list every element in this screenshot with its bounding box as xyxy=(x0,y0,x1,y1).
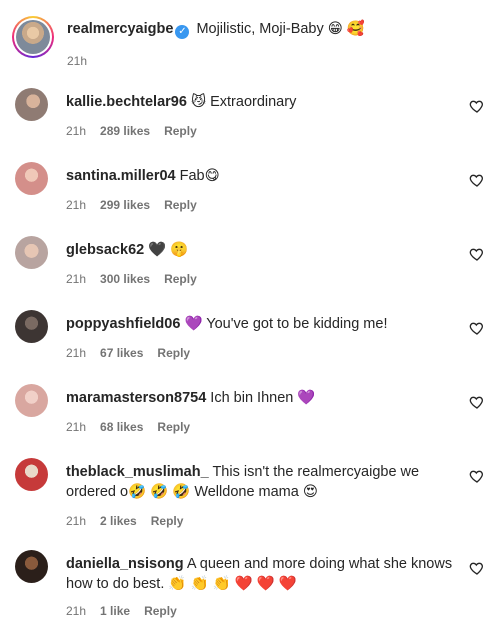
heart-outline-icon[interactable] xyxy=(469,468,485,484)
caption-timestamp: 21h xyxy=(67,54,88,68)
avatar[interactable] xyxy=(15,88,48,121)
comment-time: 21h xyxy=(66,198,87,212)
comment-text: Fab😋 xyxy=(179,168,220,184)
comment-body: glebsack62 🖤 🤫 xyxy=(66,240,461,260)
comment-body: theblack_muslimah_ This isn't the realme… xyxy=(66,462,461,502)
author-username[interactable]: realmercyaigbe xyxy=(67,21,173,37)
comment-likes[interactable]: 1 like xyxy=(100,604,130,618)
comment-time: 21h xyxy=(66,272,87,286)
post-caption: realmercyaigbe ✓ Mojilistic, Moji-Baby 😁 … xyxy=(12,12,486,72)
comment-body: maramasterson8754 Ich bin Ihnen 💜 xyxy=(66,388,461,408)
comment-time: 21h xyxy=(66,124,87,138)
author-avatar[interactable] xyxy=(12,16,54,58)
comment-item: theblack_muslimah_ This isn't the realme… xyxy=(15,458,485,530)
comment-username[interactable]: santina.miller04 xyxy=(66,168,176,184)
reply-button[interactable]: Reply xyxy=(157,346,190,360)
heart-outline-icon[interactable] xyxy=(469,320,485,336)
comment-item: maramasterson8754 Ich bin Ihnen 💜 21h 68 … xyxy=(15,384,485,436)
comment-time: 21h xyxy=(66,420,87,434)
comment-likes[interactable]: 2 likes xyxy=(100,514,137,528)
avatar[interactable] xyxy=(15,384,48,417)
comment-item: santina.miller04 Fab😋 21h 299 likes Reply xyxy=(15,162,485,214)
heart-outline-icon[interactable] xyxy=(469,98,485,114)
reply-button[interactable]: Reply xyxy=(144,604,177,618)
avatar[interactable] xyxy=(15,162,48,195)
comment-username[interactable]: glebsack62 xyxy=(66,242,144,258)
comment-time: 21h xyxy=(66,514,87,528)
caption-text: Mojilistic, Moji-Baby 😁 🥰 xyxy=(196,21,365,37)
avatar[interactable] xyxy=(15,310,48,343)
comment-username[interactable]: daniella_nsisong xyxy=(66,556,184,572)
avatar[interactable] xyxy=(15,236,48,269)
comment-meta: 21h 1 like Reply xyxy=(66,604,191,618)
reply-button[interactable]: Reply xyxy=(151,514,184,528)
comment-body: daniella_nsisong A queen and more doing … xyxy=(66,554,461,594)
caption-text-line: realmercyaigbe ✓ Mojilistic, Moji-Baby 😁 … xyxy=(67,20,365,39)
comment-likes[interactable]: 300 likes xyxy=(100,272,150,286)
heart-outline-icon[interactable] xyxy=(469,394,485,410)
comment-meta: 21h 68 likes Reply xyxy=(66,420,204,434)
avatar[interactable] xyxy=(15,458,48,491)
heart-outline-icon[interactable] xyxy=(469,246,485,262)
verified-badge-icon: ✓ xyxy=(175,25,190,39)
reply-button[interactable]: Reply xyxy=(164,198,197,212)
comment-body: santina.miller04 Fab😋 xyxy=(66,166,461,186)
comment-item: poppyashfield06 💜 You've got to be kiddi… xyxy=(15,310,485,362)
comment-username[interactable]: theblack_muslimah_ xyxy=(66,464,209,480)
comment-text: 🖤 🤫 xyxy=(148,242,189,258)
heart-outline-icon[interactable] xyxy=(469,172,485,188)
reply-button[interactable]: Reply xyxy=(164,124,197,138)
comment-item: kallie.bechtelar96 😼 Extraordinary 21h 28… xyxy=(15,88,485,140)
comment-body: kallie.bechtelar96 😼 Extraordinary xyxy=(66,92,461,112)
comment-text: 😼 Extraordinary xyxy=(190,94,297,110)
comment-meta: 21h 299 likes Reply xyxy=(66,198,211,212)
comment-item: daniella_nsisong A queen and more doing … xyxy=(15,550,485,618)
comment-likes[interactable]: 67 likes xyxy=(100,346,143,360)
comment-meta: 21h 289 likes Reply xyxy=(66,124,211,138)
heart-outline-icon[interactable] xyxy=(469,560,485,576)
comment-meta: 21h 300 likes Reply xyxy=(66,272,211,286)
comment-username[interactable]: poppyashfield06 xyxy=(66,316,180,332)
reply-button[interactable]: Reply xyxy=(164,272,197,286)
comment-meta: 21h 2 likes Reply xyxy=(66,514,197,528)
comment-meta: 21h 67 likes Reply xyxy=(66,346,204,360)
avatar[interactable] xyxy=(15,550,48,583)
comment-likes[interactable]: 299 likes xyxy=(100,198,150,212)
comment-item: glebsack62 🖤 🤫 21h 300 likes Reply xyxy=(15,236,485,288)
reply-button[interactable]: Reply xyxy=(157,420,190,434)
comment-time: 21h xyxy=(66,604,87,618)
comment-username[interactable]: maramasterson8754 xyxy=(66,390,206,406)
comment-likes[interactable]: 68 likes xyxy=(100,420,143,434)
comment-text: 💜 You've got to be kidding me! xyxy=(184,316,388,332)
comment-body: poppyashfield06 💜 You've got to be kiddi… xyxy=(66,314,461,334)
comment-likes[interactable]: 289 likes xyxy=(100,124,150,138)
comment-text: Ich bin Ihnen 💜 xyxy=(210,390,316,406)
comment-username[interactable]: kallie.bechtelar96 xyxy=(66,94,187,110)
comment-time: 21h xyxy=(66,346,87,360)
